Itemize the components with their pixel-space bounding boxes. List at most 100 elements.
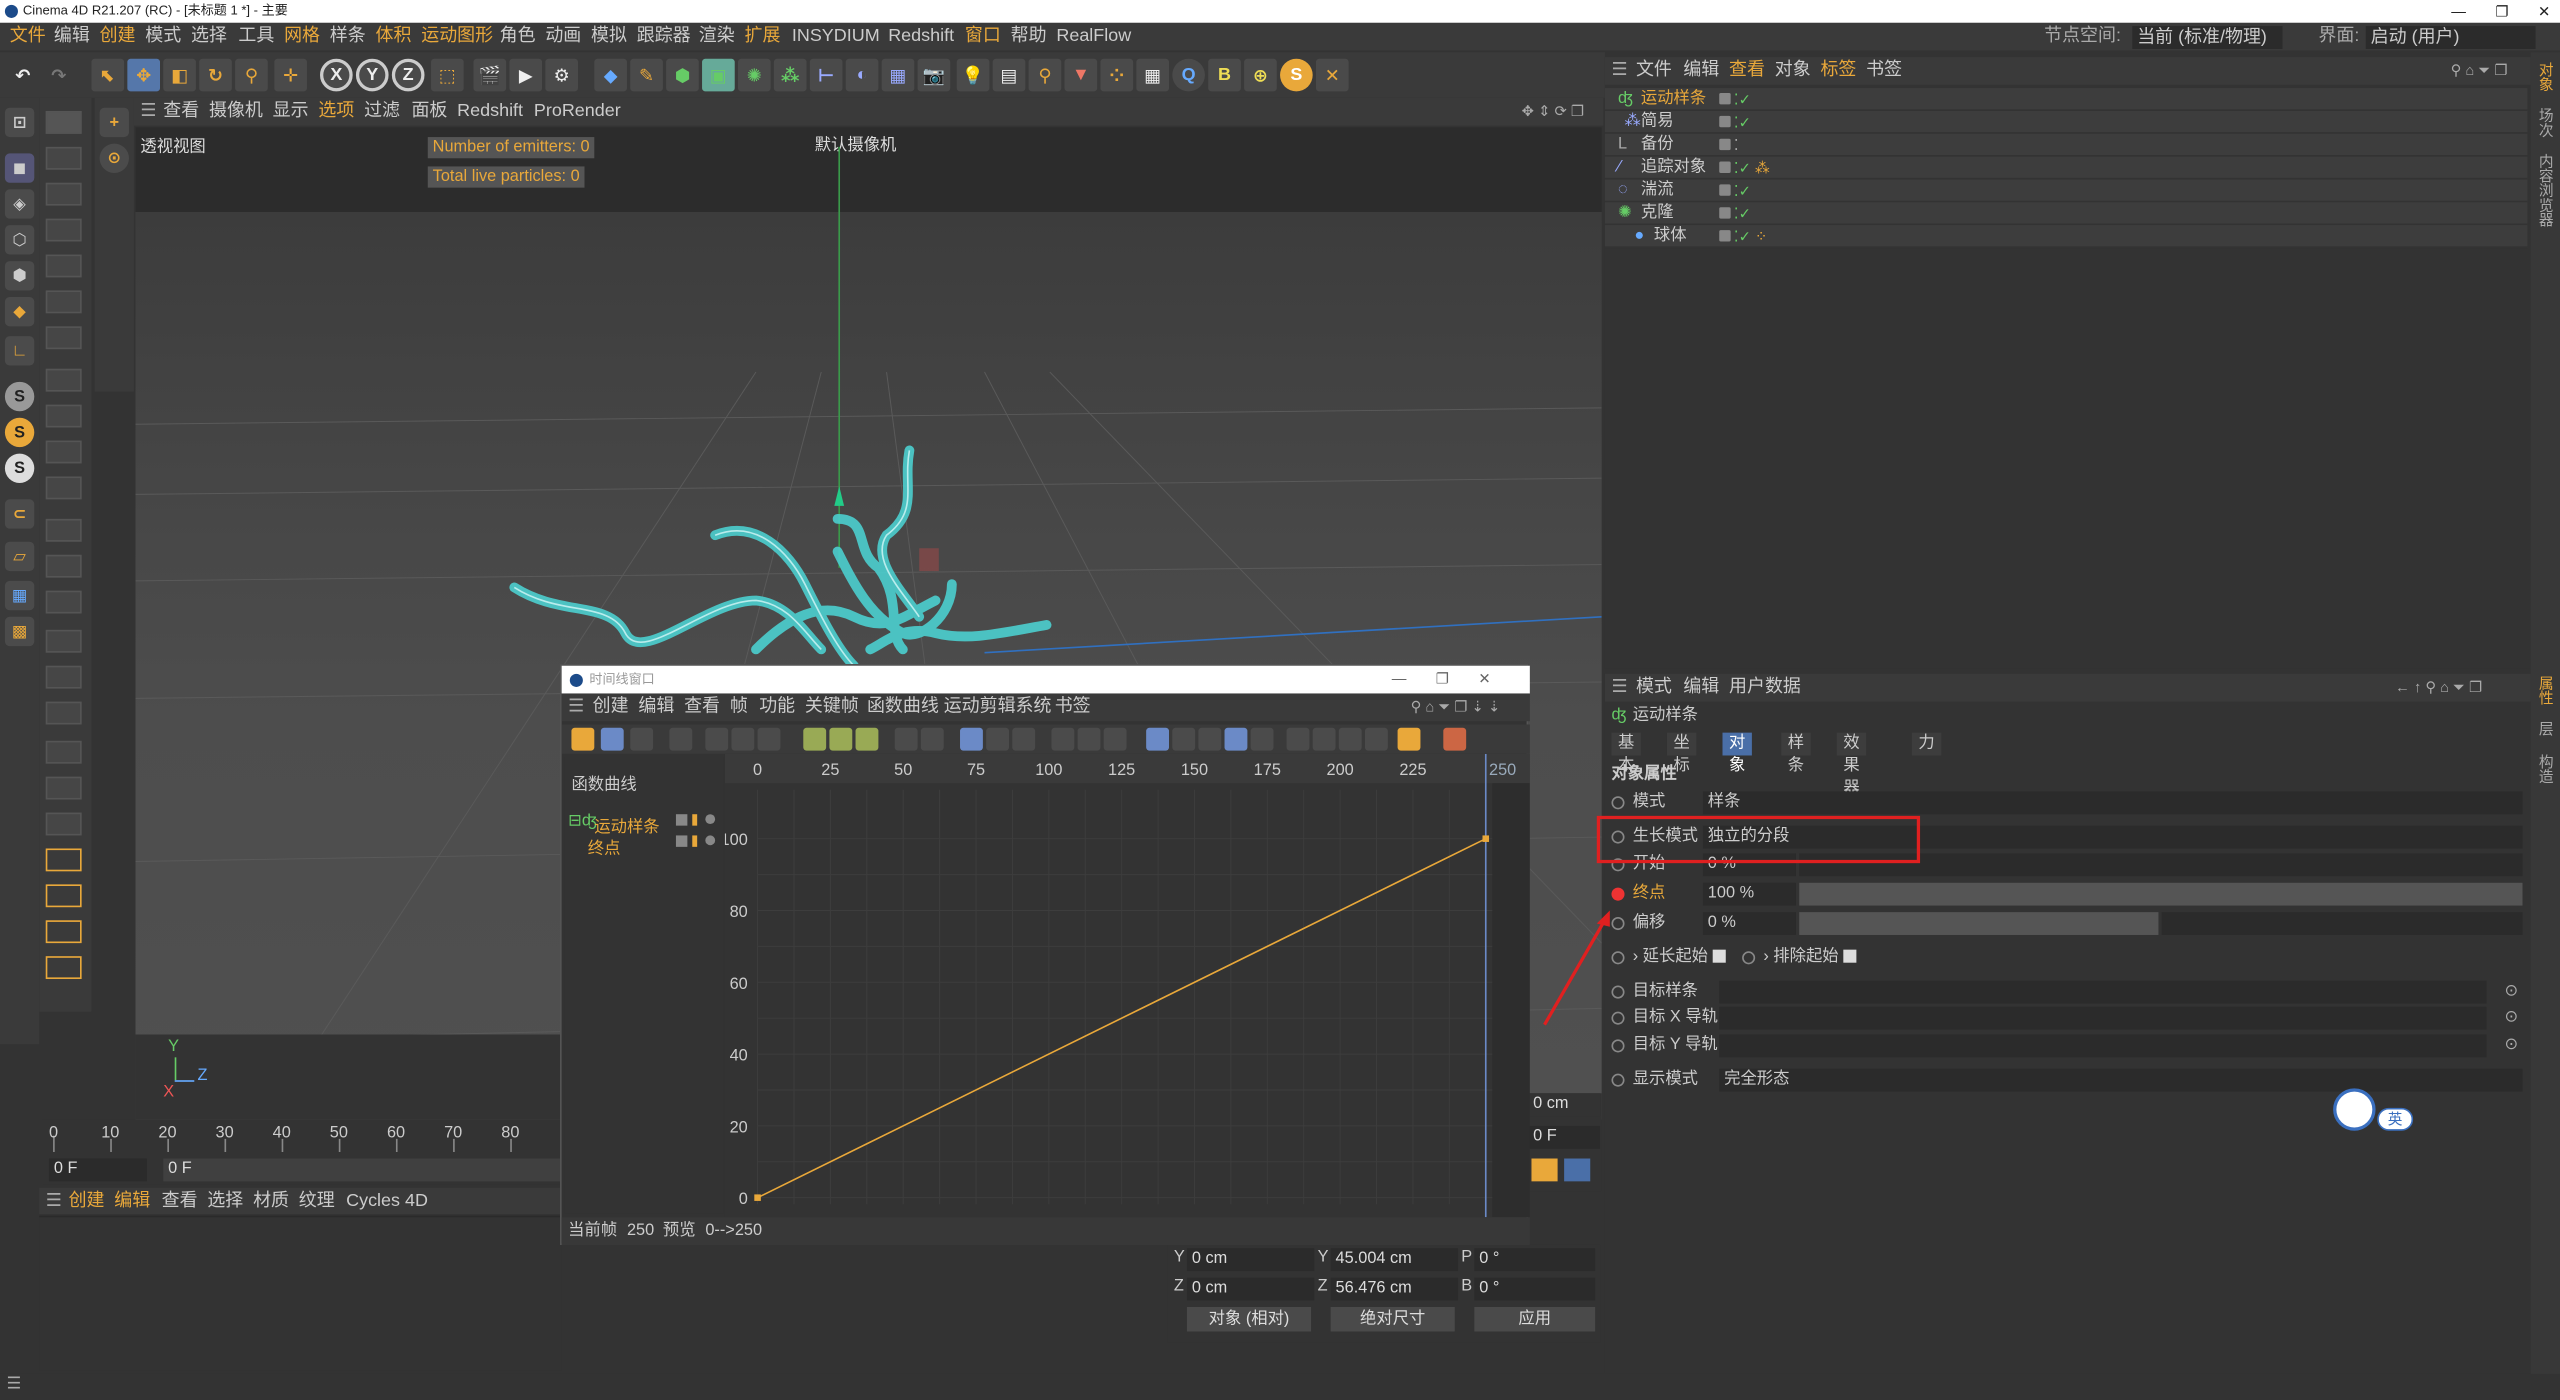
menu-mode[interactable]: 模式 (145, 23, 181, 51)
tool-slot-8[interactable] (45, 368, 82, 392)
tl-tool-key1-icon[interactable] (803, 727, 827, 751)
light-icon[interactable]: 💡 (956, 58, 990, 92)
ime-lang-badge[interactable]: 英 (2377, 1107, 2414, 1131)
z-axis-button[interactable]: Z (391, 58, 425, 92)
paint-icon[interactable] (45, 956, 82, 980)
menu-mograph[interactable]: 运动图形 (421, 23, 493, 51)
object-row[interactable]: ⁄ 追踪对象 ⁚✓ ⁂ (1604, 156, 2528, 180)
enabled-check-icon[interactable]: ⁚✓ (1734, 88, 1751, 111)
tl-nav-icons[interactable]: ⚲ ⌂ ⏷ ❐ ⇣ ⇣ (1411, 693, 1501, 721)
tl-tool-extra5-icon[interactable] (1397, 727, 1421, 751)
tool-slot-5[interactable] (45, 254, 82, 278)
side-tab-objects[interactable]: 对象 (2536, 62, 2557, 91)
om-menu-bookmarks[interactable]: 书签 (1866, 57, 1902, 85)
deformer-icon[interactable]: ⊢ (809, 58, 843, 92)
enabled-check-icon[interactable]: ⁚✓ (1734, 202, 1751, 225)
autokey-icon[interactable] (1564, 1158, 1591, 1182)
tl-tool-extra3-icon[interactable] (1338, 727, 1362, 751)
tab-object[interactable]: 对象 (1722, 732, 1752, 775)
tool-slot-6[interactable] (45, 290, 82, 314)
tl-tool-interp3-icon[interactable] (1012, 727, 1036, 751)
snap-s1-icon[interactable]: S (4, 381, 35, 412)
enabled-check-icon[interactable]: ⁚✓ (1734, 111, 1751, 134)
target-spline-link[interactable] (1719, 980, 2487, 1004)
subdivision-icon[interactable]: ⬢ (666, 58, 699, 92)
tl-tool-nav1-icon[interactable] (705, 727, 729, 751)
timeline-window-controls[interactable]: —❐✕ (1392, 666, 1520, 694)
attr-nav-icons[interactable]: ← ↑ ⚲ ⌂ ⏷ ❐ (2395, 674, 2482, 702)
frame-start-field[interactable]: 0 F (48, 1158, 147, 1182)
view-rotate-icon[interactable]: ⊙ (99, 143, 129, 173)
picture-viewer-icon[interactable]: ▤ (992, 58, 1026, 92)
enabled-check-icon[interactable]: ⁚✓ (1734, 179, 1751, 202)
om-menu-file[interactable]: 文件 (1636, 57, 1672, 85)
side-tab-structure[interactable]: 构造 (2536, 754, 2557, 783)
object-row[interactable]: ● 球体 ⁚✓ ⁘ (1604, 225, 2528, 249)
tool-slot-19[interactable] (45, 776, 82, 800)
om-search-icons[interactable]: ⚲ ⌂ ⏷ ❐ (2451, 57, 2508, 85)
edges-mode-icon[interactable]: ⬢ (4, 261, 35, 291)
add-icon[interactable]: + (99, 107, 129, 138)
attr-menu-edit[interactable]: 编辑 (1683, 674, 1719, 702)
scale-icon[interactable]: ◧ (163, 58, 196, 92)
tl-menu-view[interactable]: 查看 (684, 693, 720, 721)
menu-render[interactable]: 渲染 (699, 23, 735, 51)
tl-tool-tangent3-icon[interactable] (1198, 727, 1222, 751)
menu-insydium[interactable]: INSYDIUM (792, 23, 880, 51)
move-icon[interactable]: ✥ (127, 58, 161, 92)
menu-realflow[interactable]: RealFlow (1056, 23, 1131, 51)
select-icon[interactable]: ⬉ (91, 58, 125, 92)
camera-icon[interactable]: 📷 (917, 58, 951, 92)
vp-menu-filter[interactable]: 过滤 (364, 98, 400, 126)
tab-forces[interactable]: 力 (1911, 732, 1942, 756)
fcurve-key[interactable] (1482, 835, 1490, 842)
track-dot[interactable] (705, 835, 716, 846)
size-mode-dropdown[interactable]: 绝对尺寸 (1330, 1306, 1455, 1332)
z-position-field[interactable]: 0 cm (1186, 1277, 1315, 1301)
display-mode-dropdown[interactable]: 完全形态 (1719, 1068, 2523, 1092)
side-tab-content-browser[interactable]: 内容浏览器 (2536, 153, 2557, 226)
object-row[interactable]: ✺ 克隆 ⁚✓ (1604, 202, 2528, 226)
vp-menu-cameras[interactable]: 摄像机 (209, 98, 263, 126)
tl-menu-motion[interactable]: 运动剪辑系统 (944, 693, 1052, 721)
layer-chip[interactable] (1719, 230, 1731, 242)
layer-chip[interactable] (1719, 115, 1731, 128)
anim-dot[interactable] (1611, 1073, 1625, 1087)
tl-tool-extra2-icon[interactable] (1312, 727, 1336, 751)
side-tab-layers[interactable]: 层 (2536, 721, 2557, 736)
tool-slot-9[interactable] (45, 404, 82, 428)
tl-tool-curve3-icon[interactable] (1103, 727, 1127, 751)
mat-menu-texture[interactable]: 纹理 (299, 1188, 335, 1214)
track-dot[interactable] (705, 814, 716, 825)
tool-slot-3[interactable] (45, 182, 82, 206)
ime-logo-icon[interactable] (2333, 1088, 2376, 1131)
apply-button[interactable]: 应用 (1474, 1306, 1596, 1332)
side-tab-attributes[interactable]: 属性 (2536, 676, 2557, 705)
tl-menu-bookmarks[interactable]: 书签 (1055, 693, 1091, 721)
tl-tool-nav3-icon[interactable] (757, 727, 781, 751)
cloner-icon[interactable]: ▣ (702, 58, 735, 92)
tool-slot-20[interactable] (45, 812, 82, 836)
status-menu-icon[interactable]: ☰ (7, 1376, 22, 1394)
viewport-nav-icons[interactable]: ✥ ⇕ ⟳ ❐ (1522, 98, 1584, 126)
layer-chip[interactable] (1719, 138, 1731, 151)
track-chip[interactable] (675, 814, 688, 826)
grid-icon[interactable]: ▦ (1136, 58, 1170, 92)
tool-slot-7[interactable] (45, 326, 82, 350)
tl-menu-edit[interactable]: 编辑 (638, 693, 674, 721)
tab-coord[interactable]: 坐标 (1666, 732, 1697, 775)
link-arrow-icon[interactable]: ⊙ (2505, 979, 2519, 1005)
readout-frame[interactable]: 0 F (1528, 1125, 1601, 1149)
tool-slot-12[interactable] (45, 518, 82, 542)
tl-menu-icon[interactable]: ☰ (568, 693, 584, 721)
grid-plane-icon[interactable]: ▦ (4, 580, 35, 611)
menu-tools[interactable]: 工具 (238, 23, 274, 51)
tool-slot-15[interactable] (45, 629, 82, 653)
vp-menu-options[interactable]: 选项 (318, 98, 354, 126)
om-menu-edit[interactable]: 编辑 (1683, 57, 1719, 85)
menu-file[interactable]: 文件 (10, 23, 46, 51)
tl-tool-frame2-icon[interactable] (920, 727, 944, 751)
offset-slider[interactable] (1799, 912, 2159, 935)
vp-menu-view[interactable]: 查看 (163, 98, 199, 126)
tl-tool-frame1-icon[interactable] (894, 727, 918, 751)
